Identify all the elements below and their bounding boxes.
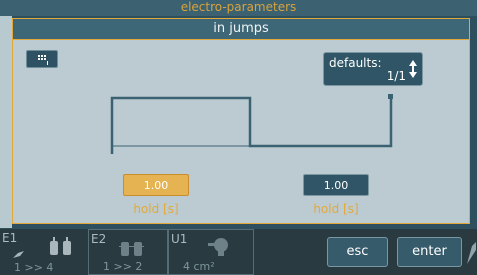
- grid-view-button[interactable]: [26, 50, 58, 68]
- in-jumps-dialog: in jumps defaults: 1/1 1.00 hold [s] 1.0…: [12, 18, 470, 224]
- defaults-value: 1/1: [386, 69, 406, 83]
- defaults-label: defaults:: [329, 56, 382, 70]
- hold-value-field-2[interactable]: 1.00: [303, 174, 369, 196]
- e1-name: E1: [2, 231, 18, 245]
- defaults-selector[interactable]: defaults: 1/1: [323, 52, 423, 86]
- probe-icon: [13, 251, 24, 258]
- esc-button[interactable]: esc: [327, 237, 388, 267]
- background-panel: [0, 16, 12, 228]
- e2-name: E2: [91, 232, 107, 246]
- applicator-icon: [208, 238, 228, 256]
- electrode-u1-status[interactable]: U1 4 cm²: [168, 229, 254, 275]
- electrode-e1-status[interactable]: E1 1 >> 4: [0, 229, 88, 275]
- hold-label-1: hold [s]: [133, 202, 179, 216]
- jump-waveform-diagram: [110, 94, 393, 154]
- hold-label-2: hold [s]: [313, 202, 359, 216]
- electrode-pair-icon: [119, 242, 144, 256]
- electrode-pair-icon: [50, 237, 71, 255]
- e2-sub: 1 >> 2: [103, 260, 143, 273]
- window-title: electro-parameters: [0, 0, 477, 16]
- probe-edge-icon: [467, 242, 476, 264]
- hold-value-field-1[interactable]: 1.00: [123, 174, 189, 196]
- grid-icon: [38, 55, 48, 65]
- enter-button[interactable]: enter: [397, 237, 462, 267]
- electrode-e2-status[interactable]: E2 1 >> 2: [88, 229, 168, 275]
- e1-sub: 1 >> 4: [14, 261, 54, 274]
- u1-sub: 4 cm²: [183, 260, 215, 273]
- u1-name: U1: [171, 232, 188, 246]
- waveform-end-marker: [388, 94, 393, 99]
- dialog-title: in jumps: [13, 19, 469, 40]
- up-down-arrows-icon[interactable]: [408, 58, 418, 80]
